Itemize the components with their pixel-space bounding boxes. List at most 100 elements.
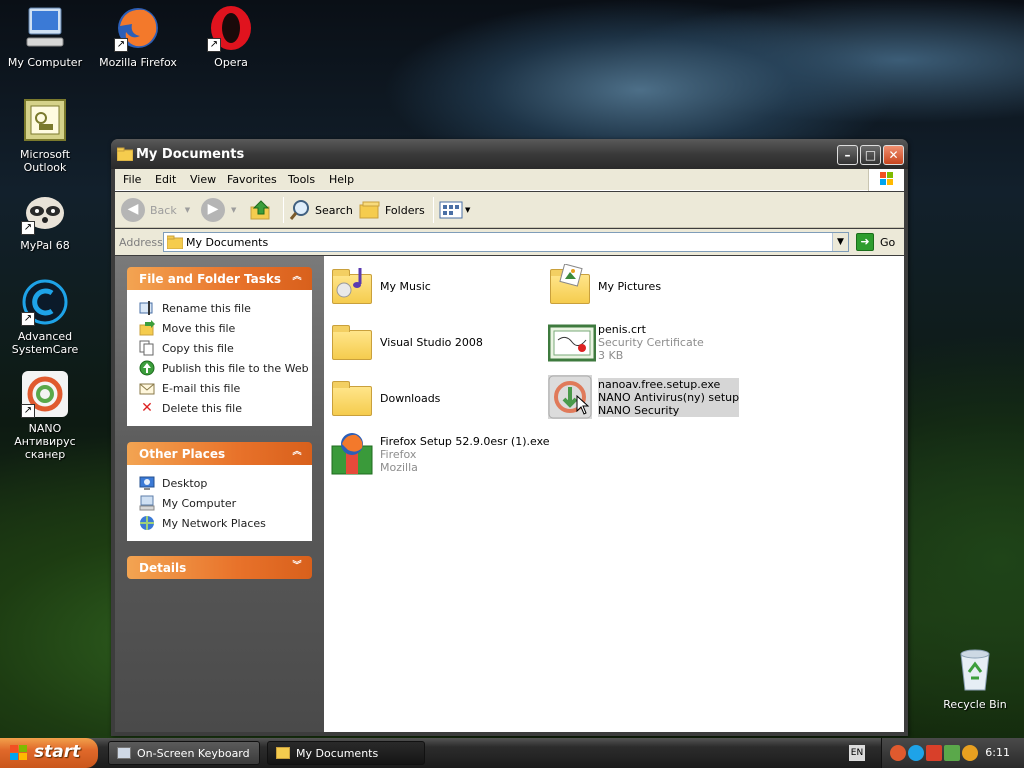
explorer-window: My Documents – □ ✕ File Edit View Favori… [111, 139, 908, 736]
address-dropdown-button[interactable]: ▼ [832, 233, 848, 251]
task-pane: File and Folder Tasks ︽ Rename this file… [115, 256, 324, 732]
chevron-down-icon: ▼ [465, 206, 471, 214]
nano-tray-icon[interactable] [890, 745, 906, 761]
file-name: My Pictures [598, 279, 662, 293]
views-button[interactable]: ▼ [439, 197, 470, 223]
menu-view[interactable]: View [190, 173, 216, 186]
folder-icon [167, 235, 183, 249]
taskbar: start On-Screen Keyboard My Documents EN… [0, 738, 1024, 768]
menu-bar: File Edit View Favorites Tools Help [115, 169, 904, 191]
file-item-visual-studio-2008[interactable]: Visual Studio 2008 [330, 320, 483, 364]
file-item-nanoav-setup[interactable]: nanoav.free.setup.exe NANO Antivirus(ny)… [548, 375, 740, 419]
forward-arrow-icon: ▶ [201, 198, 225, 222]
file-item-firefox-setup[interactable]: Firefox Setup 52.9.0esr (1).exe Firefox … [330, 432, 550, 476]
back-button[interactable]: ◀ Back ▼ [121, 197, 190, 223]
panel-header[interactable]: File and Folder Tasks ︽ [127, 267, 312, 290]
place-network[interactable]: My Network Places [139, 513, 312, 533]
place-my-computer[interactable]: My Computer [139, 493, 312, 513]
menu-help[interactable]: Help [329, 173, 354, 186]
task-publish[interactable]: Publish this file to the Web [139, 358, 312, 378]
views-icon [439, 201, 463, 219]
file-item-downloads[interactable]: Downloads [330, 376, 440, 420]
desktop-icon-opera[interactable]: ↗ Opera [186, 4, 276, 69]
file-folder-tasks-panel: File and Folder Tasks ︽ Rename this file… [127, 267, 312, 426]
desktop-icon-mypal[interactable]: ↗ MyPal 68 [0, 187, 90, 252]
file-item-penis-crt[interactable]: penis.crt Security Certificate 3 KB [547, 320, 704, 364]
file-size: 3 KB [598, 348, 624, 362]
menu-edit[interactable]: Edit [155, 173, 176, 186]
search-label: Search [315, 203, 353, 217]
task-delete[interactable]: ✕ Delete this file [139, 398, 312, 418]
task-rename[interactable]: Rename this file [139, 298, 312, 318]
file-view: My Music My Pictures Visual Studio 2008 … [324, 256, 904, 732]
toolbar-separator [283, 197, 284, 223]
menu-tools[interactable]: Tools [288, 173, 315, 186]
window-titlebar[interactable]: My Documents – □ ✕ [111, 139, 908, 169]
file-type: Security Certificate [598, 335, 704, 349]
collapse-chevron-icon[interactable]: ︽ [290, 271, 304, 285]
place-desktop[interactable]: Desktop [139, 473, 312, 493]
panel-header[interactable]: Other Places ︽ [127, 442, 312, 465]
shortcut-arrow-icon: ↗ [21, 221, 35, 235]
start-label: start [34, 742, 81, 762]
volume-tray-icon[interactable] [944, 745, 960, 761]
file-item-my-pictures[interactable]: My Pictures [548, 264, 661, 308]
go-button[interactable]: ➜ Go [856, 233, 895, 251]
up-folder-button[interactable] [250, 197, 272, 223]
nano-antivirus-icon [548, 375, 592, 419]
address-input[interactable]: My Documents ▼ [163, 232, 849, 252]
raccoon-icon: ↗ [21, 187, 69, 235]
toolbar-separator [433, 197, 434, 223]
desktop-icon-my-computer[interactable]: My Computer [0, 4, 90, 69]
expand-chevron-icon[interactable]: ︾ [290, 560, 304, 574]
desktop-icon-advanced-systemcare[interactable]: ↗ Advanced SystemCare [0, 278, 90, 356]
desktop-icon-recycle-bin[interactable]: Recycle Bin [930, 646, 1020, 711]
collapse-chevron-icon[interactable]: ︽ [290, 446, 304, 460]
desktop-icon-label: MyPal 68 [20, 239, 70, 252]
taskbar-button-osk[interactable]: On-Screen Keyboard [108, 741, 260, 765]
file-item-my-music[interactable]: My Music [330, 264, 431, 308]
search-tray-icon[interactable] [962, 745, 978, 761]
menu-file[interactable]: File [123, 173, 141, 186]
file-name: Downloads [380, 391, 441, 405]
start-button[interactable]: start [0, 738, 98, 768]
file-details: penis.crt Security Certificate 3 KB [598, 323, 704, 362]
task-move[interactable]: Move this file [139, 318, 312, 338]
folder-icon [330, 376, 374, 420]
folders-button[interactable]: Folders [359, 197, 425, 223]
go-arrow-icon: ➜ [856, 233, 874, 251]
up-folder-icon [250, 200, 270, 220]
file-company: NANO Security [598, 403, 680, 417]
desktop-icon-firefox[interactable]: ↗ Mozilla Firefox [93, 4, 183, 69]
windows-flag-icon [10, 745, 27, 760]
file-details: nanoav.free.setup.exe NANO Antivirus(ny)… [598, 377, 740, 417]
music-folder-icon [330, 264, 374, 308]
system-tray: 6:11 [881, 738, 1024, 768]
clock[interactable]: 6:11 [985, 746, 1010, 759]
search-button[interactable]: Search [289, 197, 353, 223]
taskbar-button-my-documents[interactable]: My Documents [267, 741, 425, 765]
task-copy[interactable]: Copy this file [139, 338, 312, 358]
systemcare-tray-icon[interactable] [908, 745, 924, 761]
panel-header[interactable]: Details ︾ [127, 556, 312, 579]
desktop-icon-label: Mozilla Firefox [99, 56, 177, 69]
back-arrow-icon: ◀ [121, 198, 145, 222]
language-indicator[interactable]: EN [849, 745, 865, 761]
task-email[interactable]: E-mail this file [139, 378, 312, 398]
computer-icon [21, 4, 69, 52]
desktop-icon-outlook[interactable]: Microsoft Outlook [0, 96, 90, 174]
panel-title: Details [139, 561, 187, 575]
desktop-icon-nano-scanner[interactable]: ↗ NANO Антивирус сканер [0, 370, 90, 461]
maximize-button[interactable]: □ [860, 145, 881, 165]
delete-icon: ✕ [141, 400, 153, 416]
forward-button[interactable]: ▶ ▼ [201, 197, 236, 223]
taskbar-button-label: My Documents [296, 747, 379, 760]
menu-favorites[interactable]: Favorites [227, 173, 277, 186]
tool-tray-icon[interactable] [926, 745, 942, 761]
minimize-button[interactable]: – [837, 145, 858, 165]
globe-icon [139, 360, 155, 376]
other-places-panel: Other Places ︽ Desktop My Computer My Ne… [127, 442, 312, 541]
close-button[interactable]: ✕ [883, 145, 904, 165]
outlook-icon [21, 96, 69, 144]
file-description: NANO Antivirus(ny) setup [598, 390, 740, 404]
